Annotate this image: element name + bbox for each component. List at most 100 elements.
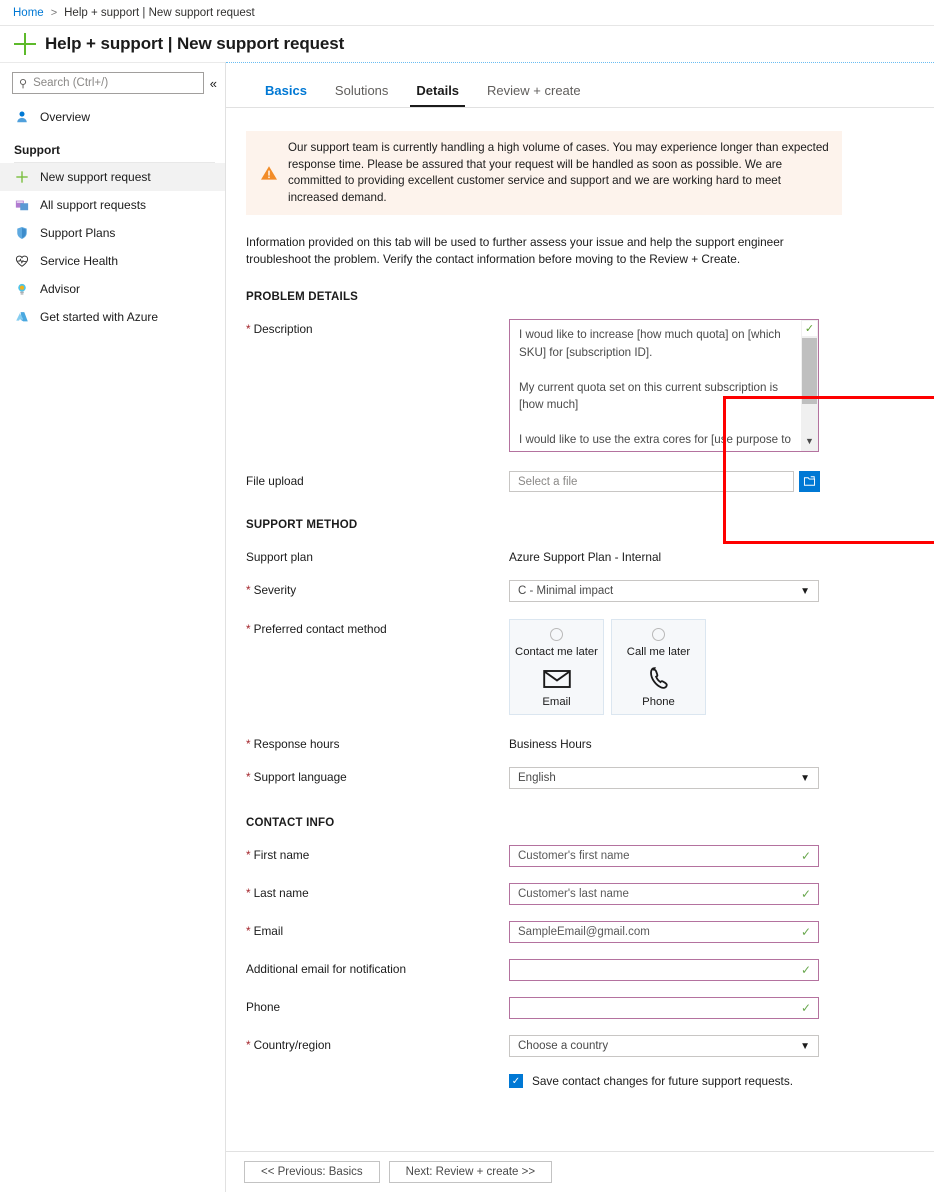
search-input[interactable]: ⚲ Search (Ctrl+/) [12, 72, 204, 94]
label-support-plan: Support plan [246, 550, 313, 564]
phone-input[interactable]: ✓ [509, 997, 819, 1019]
severity-select[interactable]: C - Minimal impact ▼ [509, 580, 819, 602]
label-text: Last name [253, 886, 309, 900]
field-row-country: * Country/region Choose a country ▼ [226, 1035, 934, 1057]
plus-icon [14, 169, 30, 185]
sidebar-item-get-started-with-azure[interactable]: Get started with Azure [0, 303, 225, 331]
file-upload-input[interactable]: Select a file [509, 471, 794, 492]
tab-review-create[interactable]: Review + create [473, 83, 595, 107]
search-placeholder: Search (Ctrl+/) [33, 77, 109, 89]
response-hours-value: Business Hours [509, 737, 592, 751]
sidebar-item-label: Service Health [40, 254, 119, 268]
control-phone: ✓ [509, 997, 934, 1019]
scroll-down-icon[interactable]: ▼ [801, 433, 818, 449]
radio-icon[interactable] [550, 628, 563, 641]
check-icon: ✓ [800, 963, 811, 977]
chevron-down-icon: ▼ [800, 772, 810, 784]
label-last-name: * Last name [246, 883, 509, 900]
sidebar-nav: Overview Support New support request All… [0, 103, 225, 331]
control-preferred-contact-method: Contact me later Email Call me later Pho… [509, 619, 934, 715]
previous-button[interactable]: << Previous: Basics [244, 1161, 380, 1183]
required-asterisk: * [246, 1038, 251, 1052]
sidebar-item-overview[interactable]: Overview [0, 103, 225, 131]
required-asterisk: * [246, 737, 251, 751]
envelope-icon [542, 666, 571, 692]
label-description: * Description [246, 319, 509, 336]
sidebar-item-all-support-requests[interactable]: All support requests [0, 191, 225, 219]
collapse-sidebar-icon[interactable]: « [210, 76, 217, 91]
description-scrollbar[interactable]: ✓ ▼ [801, 320, 818, 451]
description-value[interactable]: I woud like to increase [how much quota]… [510, 320, 801, 451]
label-phone: Phone [246, 1000, 281, 1014]
tab-solutions[interactable]: Solutions [321, 83, 402, 107]
plus-icon [14, 33, 36, 55]
tab-details[interactable]: Details [402, 83, 473, 107]
last-name-value: Customer's last name [518, 888, 629, 900]
sidebar-item-service-health[interactable]: Service Health [0, 247, 225, 275]
azure-icon [14, 309, 30, 325]
sidebar-item-support-plans[interactable]: Support Plans [0, 219, 225, 247]
sidebar-item-advisor[interactable]: Advisor [0, 275, 225, 303]
support-language-select[interactable]: English ▼ [509, 767, 819, 789]
required-asterisk: * [246, 322, 251, 336]
check-icon: ✓ [800, 925, 811, 939]
heart-pulse-icon [14, 253, 30, 269]
email-field[interactable]: SampleEmail@gmail.com ✓ [509, 921, 819, 943]
label-text: Response hours [253, 737, 340, 751]
footer-bar: << Previous: Basics Next: Review + creat… [226, 1151, 934, 1192]
sidebar-item-label: Support Plans [40, 226, 116, 240]
label-text: Description [253, 322, 313, 336]
required-asterisk: * [246, 622, 251, 636]
contact-method-title: Call me later [626, 646, 691, 658]
email-value: SampleEmail@gmail.com [518, 926, 650, 938]
country-select[interactable]: Choose a country ▼ [509, 1035, 819, 1057]
contact-method-title: Contact me later [515, 646, 598, 658]
contact-method-option-phone[interactable]: Call me later Phone [611, 619, 706, 715]
sidebar-search-row: ⚲ Search (Ctrl+/) « [0, 72, 225, 94]
control-file-upload: Select a file [509, 471, 934, 492]
person-icon [14, 109, 30, 125]
control-email: SampleEmail@gmail.com ✓ [509, 921, 934, 943]
sidebar-item-label: Overview [40, 110, 91, 124]
radio-icon[interactable] [652, 628, 665, 641]
label-severity: * Severity [246, 580, 509, 597]
check-icon: ✓ [800, 1001, 811, 1015]
chevron-down-icon: ▼ [800, 1040, 810, 1052]
description-textarea[interactable]: I woud like to increase [how much quota]… [509, 319, 819, 452]
section-heading-contact-info: CONTACT INFO [246, 817, 335, 829]
first-name-value: Customer's first name [518, 850, 630, 862]
next-button[interactable]: Next: Review + create >> [388, 1161, 553, 1183]
first-name-input[interactable]: Customer's first name ✓ [509, 845, 819, 867]
field-row-support-plan: Support plan Azure Support Plan - Intern… [226, 547, 934, 564]
search-icon: ⚲ [19, 77, 28, 90]
last-name-input[interactable]: Customer's last name ✓ [509, 883, 819, 905]
breadcrumb-home-link[interactable]: Home [13, 7, 44, 19]
field-row-description: * Description I woud like to increase [ho… [226, 319, 934, 452]
folder-browse-icon[interactable] [799, 471, 820, 492]
sidebar-item-label: New support request [40, 170, 151, 184]
required-asterisk: * [246, 924, 251, 938]
page-title: Help + support | New support request [45, 34, 345, 53]
sidebar-item-new-support-request[interactable]: New support request [0, 163, 225, 191]
field-row-last-name: * Last name Customer's last name ✓ [226, 883, 934, 905]
check-icon: ✓ [800, 887, 811, 901]
breadcrumb-separator-icon: > [50, 6, 58, 19]
control-response-hours: Business Hours [509, 734, 934, 751]
contact-method-kind: Email [542, 696, 571, 708]
contact-method-option-email[interactable]: Contact me later Email [509, 619, 604, 715]
tab-basics[interactable]: Basics [251, 83, 321, 107]
field-row-first-name: * First name Customer's first name ✓ [226, 845, 934, 867]
sidebar-group-support: Support [14, 143, 60, 157]
field-row-response-hours: * Response hours Business Hours [226, 734, 934, 751]
scrollbar-thumb[interactable] [802, 338, 817, 404]
field-row-file-upload: File upload Select a file [226, 471, 934, 492]
field-row-email: * Email SampleEmail@gmail.com ✓ [226, 921, 934, 943]
support-plan-value: Azure Support Plan - Internal [509, 550, 662, 564]
additional-email-input[interactable]: ✓ [509, 959, 819, 981]
section-heading-problem-details: PROBLEM DETAILS [246, 291, 359, 303]
save-contact-checkbox[interactable]: ✓ [509, 1074, 523, 1088]
phone-icon [646, 666, 672, 692]
label-support-language: * Support language [246, 767, 509, 784]
label-file-upload: File upload [246, 474, 304, 488]
intro-text: Information provided on this tab will be… [246, 235, 784, 266]
